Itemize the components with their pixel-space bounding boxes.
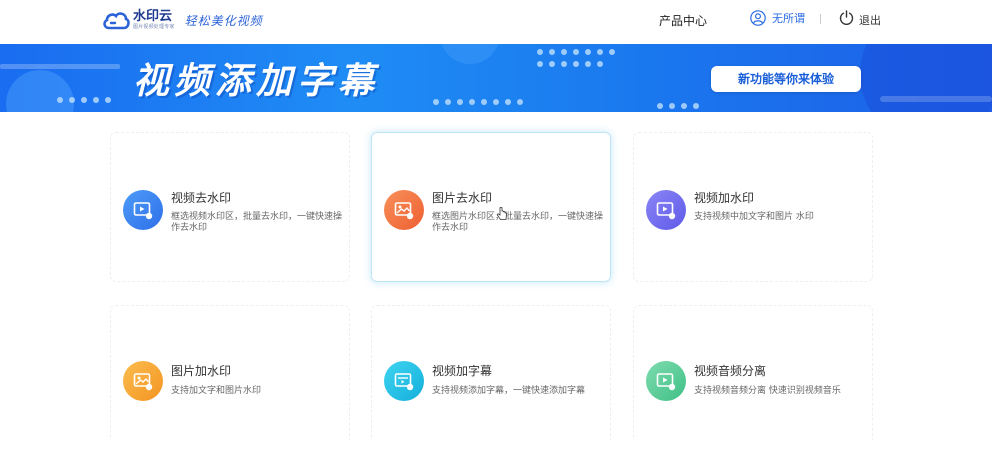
tool-desc: 支持视频添加字幕，一键快速添加字幕 bbox=[432, 386, 586, 396]
tool-title: 图片加水印 bbox=[171, 364, 232, 378]
power-icon bbox=[839, 10, 854, 29]
tool-icon-circle bbox=[384, 361, 424, 401]
logout-button[interactable]: 退出 bbox=[839, 10, 881, 29]
header-divider bbox=[820, 14, 821, 24]
tool-desc: 框选图片水印区，批量去水印，一键快速操作去水印 bbox=[432, 212, 604, 233]
cloud-logo-icon bbox=[102, 9, 130, 31]
nav-product-center[interactable]: 产品中心 bbox=[659, 12, 707, 29]
video-icon bbox=[656, 202, 676, 220]
user-menu[interactable]: 无所谓 bbox=[750, 10, 805, 26]
tool-title: 视频加字幕 bbox=[432, 364, 493, 378]
tool-desc: 支持视频中加文字和图片 水印 bbox=[694, 212, 814, 222]
tool-icon-circle bbox=[384, 190, 424, 230]
tool-desc: 支持加文字和图片水印 bbox=[171, 386, 262, 396]
logo-subtitle: 图片视频处理专家 bbox=[133, 23, 175, 30]
tool-card-video-remove-watermark[interactable]: 视频去水印 框选视频水印区，批量去水印，一键快速操作去水印 bbox=[110, 132, 350, 282]
banner-title: 视频添加字幕 bbox=[133, 61, 380, 102]
image-icon bbox=[133, 373, 153, 391]
top-header: 水印云 图片视频处理专家 轻松美化视频 产品中心 无所谓 退出 bbox=[0, 0, 992, 44]
image-icon bbox=[394, 202, 414, 220]
logout-label: 退出 bbox=[859, 13, 881, 27]
tool-card-image-add-watermark[interactable]: 图片加水印 支持加文字和图片水印 bbox=[110, 305, 350, 455]
logo-name: 水印云 bbox=[133, 8, 173, 24]
tool-card-video-add-watermark[interactable]: 视频加水印 支持视频中加文字和图片 水印 bbox=[633, 132, 873, 282]
promo-banner: 视频添加字幕 新功能等你来体验 bbox=[0, 44, 992, 112]
tool-icon-circle bbox=[646, 190, 686, 230]
user-icon bbox=[750, 10, 766, 26]
tool-desc: 框选视频水印区，批量去水印，一键快速操作去水印 bbox=[171, 212, 343, 233]
tool-card-video-add-subtitle[interactable]: 视频加字幕 支持视频添加字幕，一键快速添加字幕 bbox=[371, 305, 611, 455]
hand-cursor-icon bbox=[496, 207, 507, 220]
tool-icon-circle bbox=[123, 361, 163, 401]
logo[interactable]: 水印云 图片视频处理专家 轻松美化视频 bbox=[102, 9, 263, 31]
video-subtitle-icon bbox=[394, 373, 414, 391]
page-footer-space bbox=[0, 440, 992, 469]
tool-card-video-audio-separation[interactable]: 视频音频分离 支持视频音频分离 快速识别视频音乐 bbox=[633, 305, 873, 455]
video-audio-icon bbox=[656, 373, 676, 391]
user-name: 无所谓 bbox=[772, 12, 805, 25]
tool-title: 视频去水印 bbox=[171, 191, 232, 205]
tool-title: 视频加水印 bbox=[694, 191, 755, 205]
tool-icon-circle bbox=[123, 190, 163, 230]
tool-icon-circle bbox=[646, 361, 686, 401]
tool-card-image-remove-watermark[interactable]: 图片去水印 框选图片水印区，批量去水印，一键快速操作去水印 bbox=[371, 132, 611, 282]
new-feature-button[interactable]: 新功能等你来体验 bbox=[711, 66, 861, 92]
tools-grid: 视频去水印 框选视频水印区，批量去水印，一键快速操作去水印 图片去水印 框选图片… bbox=[110, 128, 878, 455]
tool-desc: 支持视频音频分离 快速识别视频音乐 bbox=[694, 386, 841, 396]
video-icon bbox=[133, 202, 153, 220]
tool-title: 图片去水印 bbox=[432, 191, 493, 205]
logo-slogan: 轻松美化视频 bbox=[184, 13, 263, 28]
tool-title: 视频音频分离 bbox=[694, 364, 767, 378]
